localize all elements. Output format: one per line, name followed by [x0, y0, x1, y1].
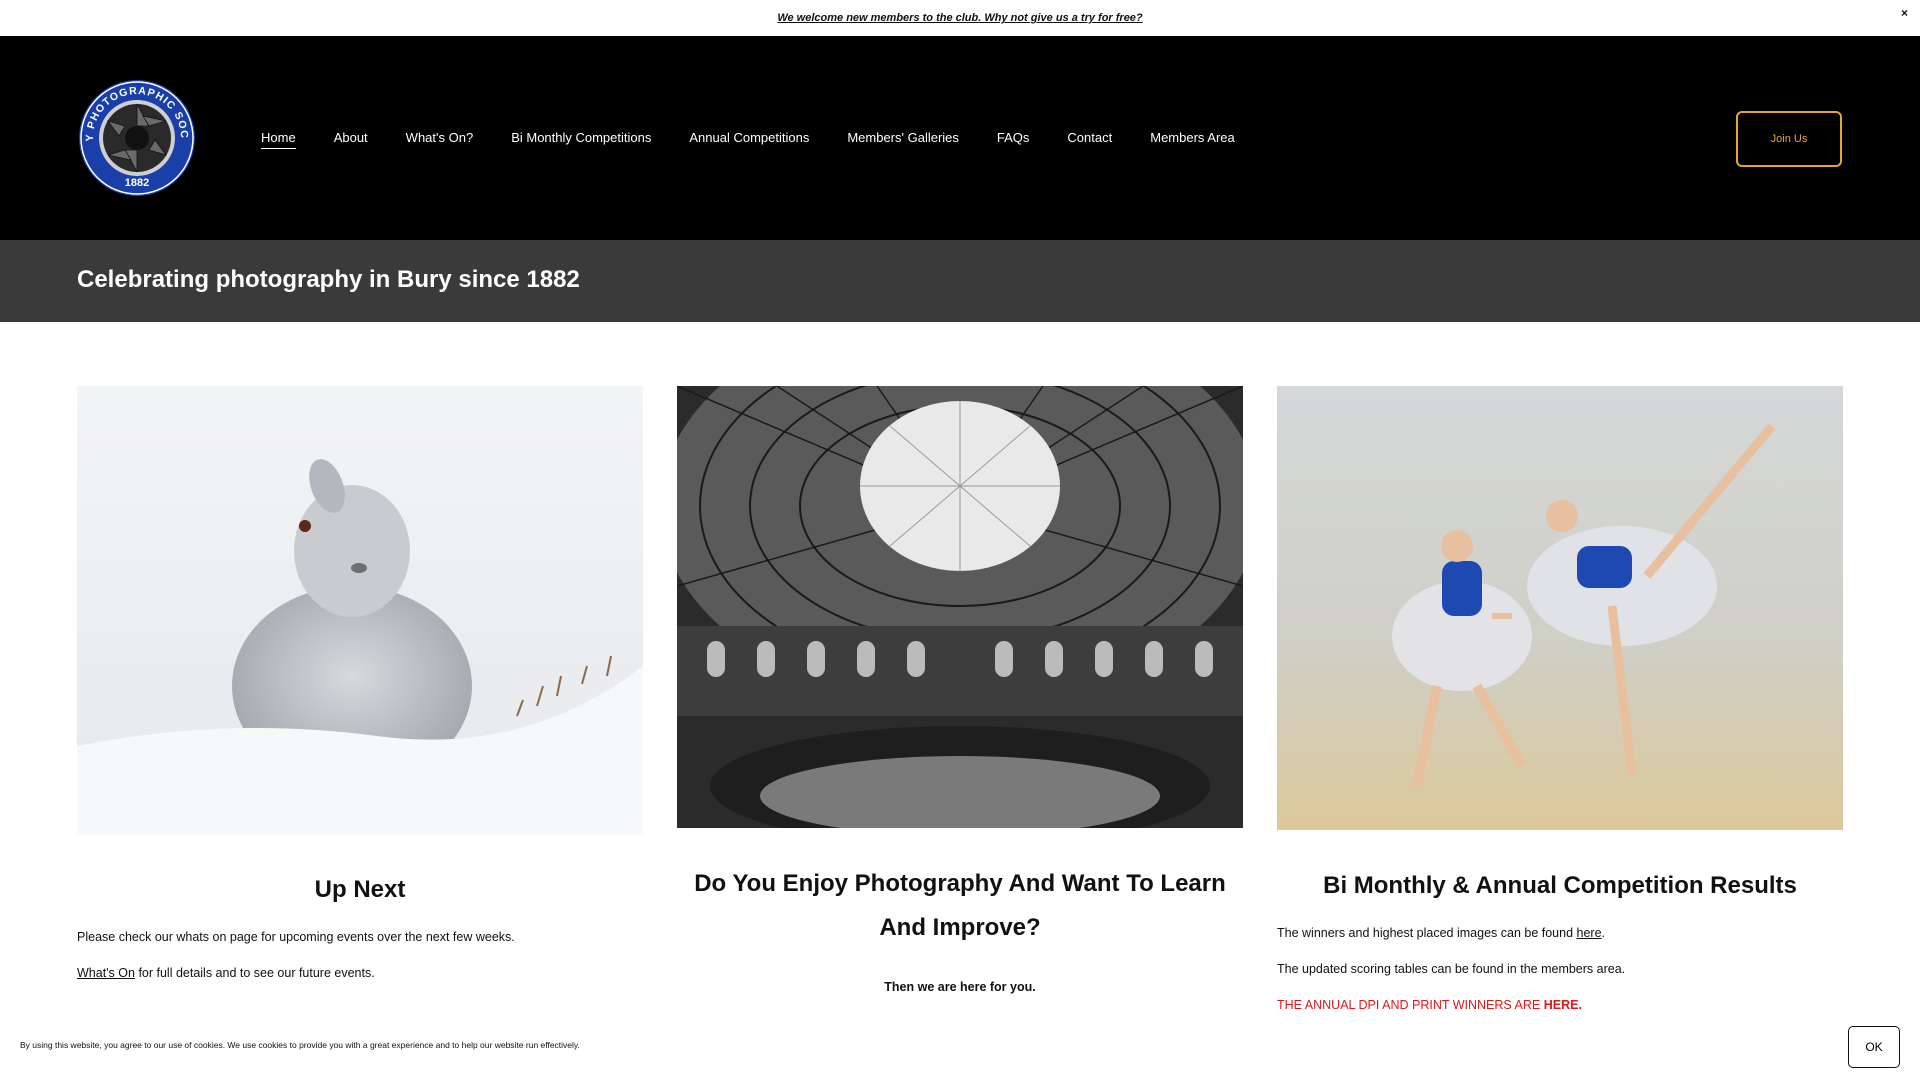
hare-photo — [77, 386, 643, 835]
nav-item-annual[interactable]: Annual Competitions — [689, 130, 809, 149]
learn-title: Do You Enjoy Photography And Want To Lea… — [694, 870, 1226, 941]
nav-item-bi-monthly[interactable]: Bi Monthly Competitions — [511, 130, 651, 149]
tagline-strip: Celebrating photography in Bury since 18… — [0, 240, 1920, 322]
results-text-2: The updated scoring tables can be found … — [1277, 962, 1626, 976]
logo-year: 1882 — [125, 177, 149, 189]
site-header: BURY PHOTOGRAPHIC SOCIETY 1882 Home Abou… — [0, 36, 1920, 240]
ballet-photo — [1277, 386, 1843, 830]
results-text-1-post: . — [1601, 926, 1606, 940]
annual-winners-notice: THE ANNUAL DPI AND PRINT WINNERS ARE HER… — [1277, 996, 1843, 1014]
results-text-1-pre: The winners and highest placed images ca… — [1277, 926, 1577, 940]
cookie-ok-button[interactable]: OK — [1848, 1026, 1900, 1068]
cookie-banner: By using this website, you agree to our … — [0, 1020, 1920, 1080]
results-text-1: The winners and highest placed images ca… — [1277, 924, 1843, 942]
annual-winners-text: THE ANNUAL DPI AND PRINT WINNERS ARE — [1277, 998, 1544, 1012]
results-here-link[interactable]: here — [1577, 926, 1602, 940]
main-nav: Home About What's On? Bi Monthly Competi… — [261, 130, 1273, 149]
results-title: Bi Monthly & Annual Competition Results — [1323, 872, 1797, 899]
learn-subtitle: Then we are here for you. — [884, 980, 1036, 994]
join-us-button[interactable]: Join Us — [1736, 111, 1842, 167]
up-next-link-rest: for full details and to see our future e… — [134, 966, 375, 980]
up-next-title: Up Next — [314, 876, 406, 903]
nav-item-members-area[interactable]: Members Area — [1150, 130, 1235, 149]
nav-item-about[interactable]: About — [334, 130, 368, 149]
nav-item-faqs[interactable]: FAQs — [997, 130, 1030, 149]
page-title: Celebrating photography in Bury since 18… — [77, 266, 580, 293]
dome-photo — [677, 386, 1243, 828]
up-next-text: Please check our whats on page for upcom… — [77, 930, 515, 944]
announcement-link[interactable]: We welcome new members to the club. Why … — [777, 12, 1142, 24]
nav-item-whats-on[interactable]: What's On? — [406, 130, 474, 149]
whats-on-link[interactable]: What's On — [77, 966, 135, 980]
cookie-text: By using this website, you agree to our … — [20, 1040, 580, 1050]
site-logo[interactable]: BURY PHOTOGRAPHIC SOCIETY 1882 — [73, 69, 197, 198]
nav-item-galleries[interactable]: Members' Galleries — [847, 130, 959, 149]
announcement-bar: We welcome new members to the club. Why … — [0, 0, 1920, 36]
up-next-link-line: What's On for full details and to see ou… — [77, 964, 643, 982]
close-icon[interactable]: × — [1901, 6, 1908, 20]
nav-item-home[interactable]: Home — [261, 130, 296, 149]
aperture-logo-icon: BURY PHOTOGRAPHIC SOCIETY 1882 — [73, 69, 195, 196]
annual-winners-link[interactable]: HERE. — [1544, 998, 1582, 1012]
nav-item-contact[interactable]: Contact — [1067, 130, 1112, 149]
